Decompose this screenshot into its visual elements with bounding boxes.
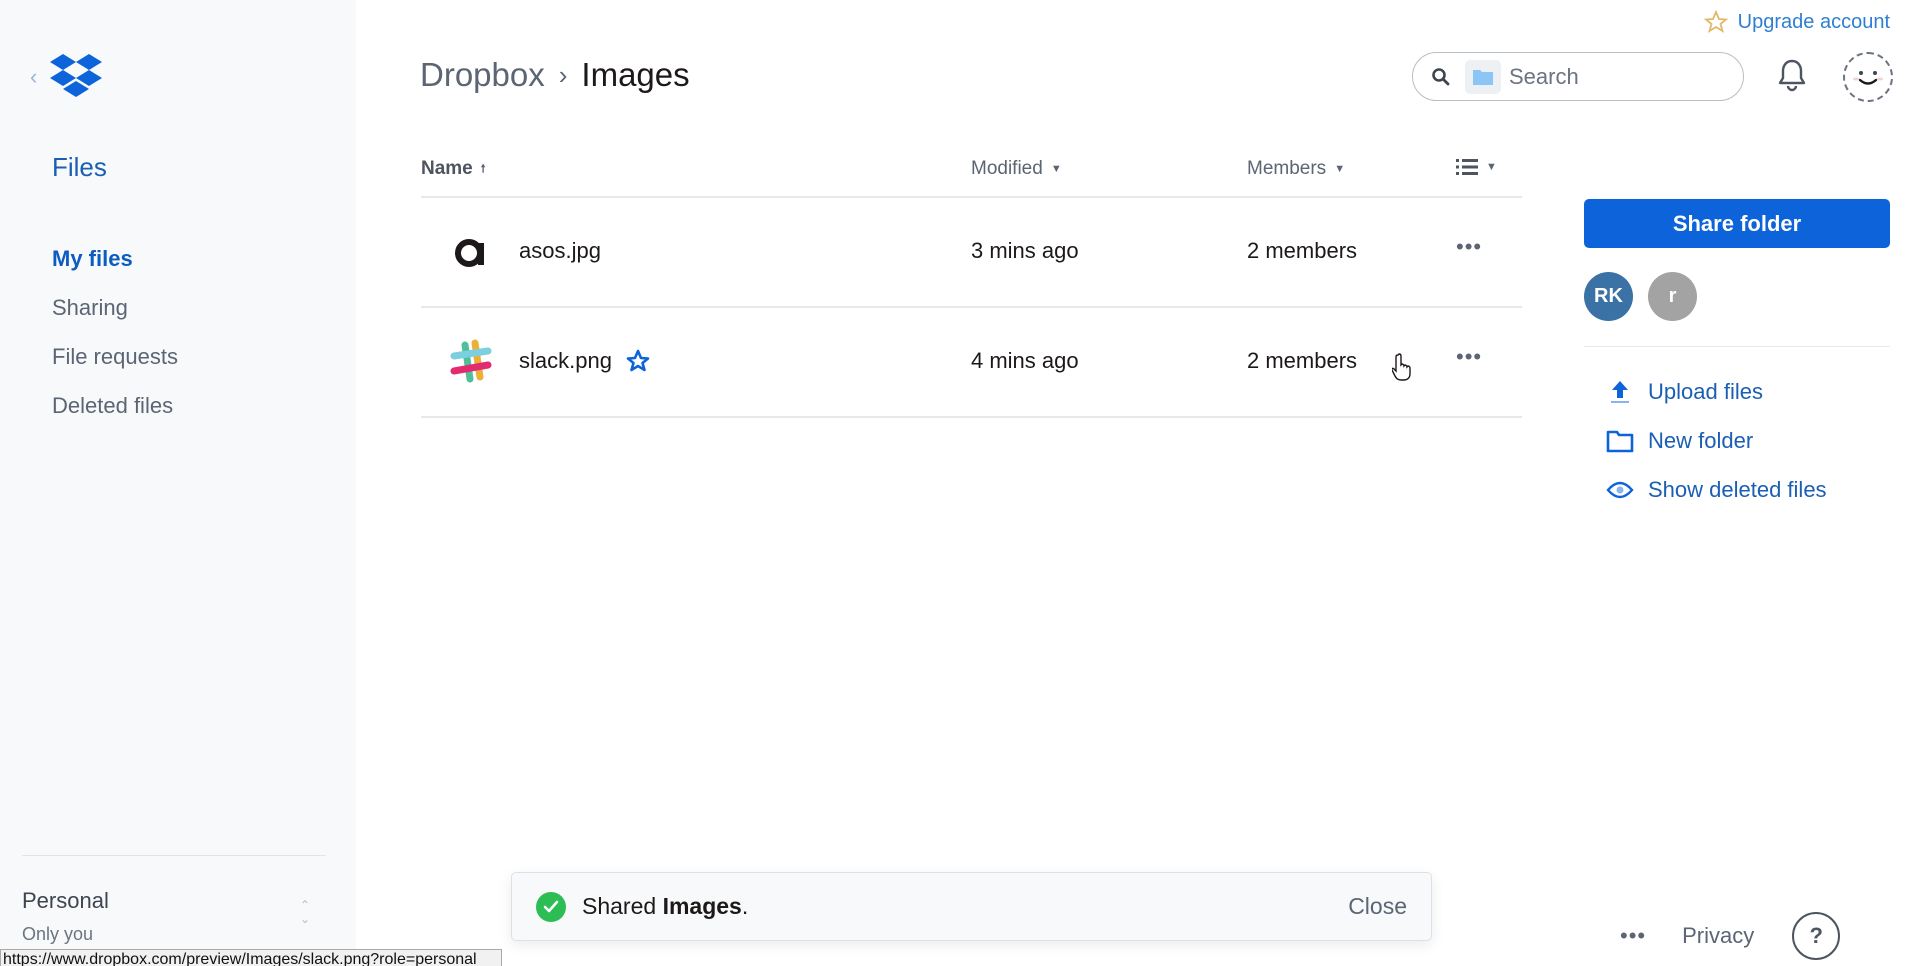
eye-icon (1606, 481, 1634, 498)
member-avatar[interactable]: RK (1584, 272, 1633, 321)
toast-notification: Shared Images. Close (511, 872, 1432, 941)
collapse-chevron-icon[interactable]: ‹ (30, 64, 37, 90)
sidebar: ‹ Files My files Sharing File requests D… (0, 0, 356, 966)
file-thumbnail-slack (447, 338, 495, 386)
browser-status-url: https://www.dropbox.com/preview/Images/s… (0, 949, 502, 966)
account-name[interactable]: Personal (22, 888, 109, 914)
file-modified: 3 mins ago (971, 238, 1079, 263)
sidebar-item-file-requests[interactable]: File requests (52, 342, 178, 391)
folder-actions: Upload files New folder Show deleted fil… (1606, 367, 1827, 514)
account-switcher-icon[interactable]: ⌃ ⌄ (300, 898, 310, 926)
file-thumbnail-asos (447, 228, 495, 276)
sidebar-nav: My files Sharing File requests Deleted f… (52, 244, 178, 440)
footer-more-icon[interactable]: ••• (1620, 923, 1646, 949)
star-outline-icon (1703, 10, 1728, 33)
sidebar-item-sharing[interactable]: Sharing (52, 293, 178, 342)
table-row[interactable]: asos.jpg 3 mins ago 2 members ••• (421, 198, 1522, 308)
sidebar-title[interactable]: Files (52, 152, 107, 183)
member-avatar[interactable]: r (1648, 272, 1697, 321)
column-header-modified[interactable]: Modified ▼ (971, 158, 1062, 180)
dropbox-logo-icon[interactable] (50, 54, 102, 98)
search-input[interactable] (1509, 63, 1709, 90)
file-members[interactable]: 2 members (1247, 348, 1357, 374)
upload-files-action[interactable]: Upload files (1606, 367, 1827, 416)
more-options-icon[interactable]: ••• (1456, 344, 1482, 370)
help-icon[interactable]: ? (1792, 912, 1841, 960)
notification-bell-icon[interactable] (1777, 58, 1807, 92)
caret-down-icon: ▼ (1334, 163, 1346, 175)
breadcrumb-current: Images (581, 56, 690, 93)
breadcrumb: Dropbox › Images (420, 56, 690, 94)
view-toggle[interactable]: ▼ (1456, 158, 1497, 176)
breadcrumb-root[interactable]: Dropbox (420, 56, 545, 94)
footer: ••• Privacy ? (1620, 912, 1841, 960)
sidebar-item-deleted-files[interactable]: Deleted files (52, 391, 178, 440)
sort-ascending-icon: 🠕 (480, 162, 486, 175)
file-name[interactable]: slack.png (519, 348, 650, 374)
file-name[interactable]: asos.jpg (519, 238, 601, 264)
list-view-icon (1456, 159, 1478, 175)
table-row[interactable]: slack.png 4 mins ago 2 members ••• (421, 308, 1522, 418)
panel-divider (1584, 346, 1890, 347)
more-options-icon[interactable]: ••• (1456, 234, 1482, 260)
breadcrumb-separator-icon: › (558, 59, 568, 90)
toast-close-button[interactable]: Close (1348, 893, 1407, 920)
sidebar-divider (22, 855, 326, 856)
new-folder-action[interactable]: New folder (1606, 416, 1827, 465)
star-icon[interactable] (626, 349, 650, 373)
upload-icon (1611, 380, 1629, 403)
smiley-avatar-icon (1853, 71, 1883, 85)
user-avatar[interactable] (1843, 52, 1893, 102)
member-avatars: RK r (1584, 272, 1697, 321)
caret-down-icon: ▼ (1050, 163, 1062, 175)
upgrade-account-link[interactable]: Upgrade account (1703, 10, 1890, 34)
sidebar-item-my-files[interactable]: My files (52, 244, 178, 293)
folder-icon (1473, 69, 1493, 85)
share-folder-button[interactable]: Share folder (1584, 199, 1890, 248)
file-modified: 4 mins ago (971, 348, 1079, 373)
folder-icon (1606, 430, 1634, 452)
asos-logo-icon (455, 239, 484, 267)
column-header-name[interactable]: Name 🠕 (421, 158, 485, 180)
show-deleted-files-action[interactable]: Show deleted files (1606, 465, 1827, 514)
account-subtitle: Only you (22, 924, 94, 944)
hand-cursor-icon (1392, 353, 1411, 381)
column-header-members[interactable]: Members ▼ (1247, 158, 1345, 180)
success-check-icon (536, 891, 566, 922)
slack-logo-icon (450, 339, 492, 383)
search-scope-folder[interactable] (1465, 59, 1501, 94)
caret-down-icon: ▼ (1486, 161, 1497, 173)
search-icon (1432, 67, 1450, 85)
search-bar[interactable] (1412, 52, 1744, 101)
file-table: Name 🠕 Modified ▼ Members ▼ ▼ asos.jpg 3… (421, 152, 1522, 418)
privacy-link[interactable]: Privacy (1682, 923, 1754, 949)
table-header: Name 🠕 Modified ▼ Members ▼ ▼ (421, 152, 1522, 198)
toast-message: Shared Images. (582, 893, 749, 919)
upgrade-account-label: Upgrade account (1737, 10, 1890, 33)
file-members[interactable]: 2 members (1247, 238, 1357, 264)
